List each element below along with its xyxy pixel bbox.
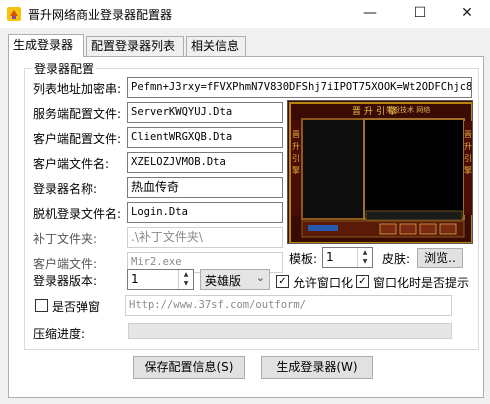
patch-folder-field: .\补丁文件夹\ (127, 227, 283, 248)
template-spin-arrows[interactable]: ▲ ▼ (357, 248, 372, 267)
window-prompt-label: 窗口化时是否提示 (373, 276, 470, 290)
skin-preview-image (288, 101, 472, 243)
group-title: 登录器配置 (32, 60, 97, 77)
tab-launcher-list[interactable]: 配置登录器列表 (86, 36, 184, 56)
allow-window-label: 允许窗口化 (293, 276, 354, 290)
spin-up-icon[interactable]: ▲ (358, 248, 372, 257)
generate-launcher-button[interactable]: 生成登录器(W) (261, 356, 373, 379)
launcher-name-field[interactable]: 热血传奇 (127, 177, 283, 198)
chevron-down-icon: ⌄ (255, 271, 265, 284)
spin-up-icon[interactable]: ▲ (179, 270, 193, 279)
preview-subtitle: 架设技术 网络 (386, 106, 431, 114)
preview-left-vertical: 晋升引擎 (292, 130, 300, 175)
edition-select[interactable]: 英雄版 ⌄ (200, 269, 270, 290)
app-icon (7, 7, 21, 21)
close-button[interactable]: ✕ (447, 0, 487, 28)
template-spinner[interactable]: 1 ▲ ▼ (322, 247, 373, 268)
window-title: 晋升网络商业登录器配置器 (28, 8, 173, 22)
window-prompt-check-icon: ✓ (356, 275, 369, 288)
client-file-label: 客户端文件: (33, 257, 98, 271)
server-config-label: 服务端配置文件: (33, 107, 122, 121)
popup-label: 是否弹窗 (52, 300, 101, 314)
browse-button[interactable]: 浏览.. (417, 248, 463, 268)
tab-generate-launcher[interactable]: 生成登录器 (8, 34, 84, 57)
template-value: 1 (326, 250, 334, 264)
save-config-button[interactable]: 保存配置信息(S) (133, 356, 245, 379)
tab-related-info[interactable]: 相关信息 (186, 36, 246, 56)
edition-value: 英雄版 (205, 274, 242, 288)
template-label: 模板: (289, 252, 318, 266)
offline-filename-field[interactable]: Login.Dta (127, 202, 283, 223)
preview-right-vertical: 晋升引擎 (464, 130, 472, 175)
popup-url-field: Http://www.37sf.com/outform/ (125, 295, 452, 316)
list-key-field[interactable]: Pefmn+J3rxy=fFVXPhmN7V830DFShj7iIPOT75XO… (127, 77, 472, 98)
client-config-label: 客户端配置文件: (33, 132, 122, 146)
offline-filename-label: 脱机登录文件名: (33, 207, 122, 221)
version-label: 登录器版本: (33, 274, 98, 288)
patch-folder-label: 补丁文件夹: (33, 232, 98, 246)
skin-label: 皮肤: (382, 252, 411, 266)
spin-down-icon[interactable]: ▼ (179, 279, 193, 288)
maximize-button[interactable]: ☐ (400, 0, 440, 28)
popup-check-box (35, 299, 48, 312)
client-config-field[interactable]: ClientWRGXQB.Dta (127, 127, 283, 148)
version-spinner[interactable]: 1 ▲ ▼ (127, 269, 194, 290)
version-value: 1 (131, 272, 139, 286)
client-filename-field[interactable]: XZELOZJVMOB.Dta (127, 152, 283, 173)
compress-progress-bar (128, 323, 452, 339)
server-config-field[interactable]: ServerKWQYUJ.Dta (127, 102, 283, 123)
minimize-button[interactable]: — (350, 0, 390, 28)
allow-window-check-icon: ✓ (276, 275, 289, 288)
list-key-label: 列表地址加密串: (33, 82, 122, 96)
client-filename-label: 客户端文件名: (33, 157, 110, 171)
skin-preview: 晋升引擎 架设技术 网络 晋升引擎 晋升引擎 (287, 100, 473, 244)
launcher-name-label: 登录器名称: (33, 182, 98, 196)
progress-label: 压缩进度: (33, 327, 86, 341)
title-bar: 晋升网络商业登录器配置器 — ☐ ✕ (0, 0, 490, 28)
version-spin-arrows[interactable]: ▲ ▼ (178, 270, 193, 289)
spin-down-icon[interactable]: ▼ (358, 257, 372, 266)
